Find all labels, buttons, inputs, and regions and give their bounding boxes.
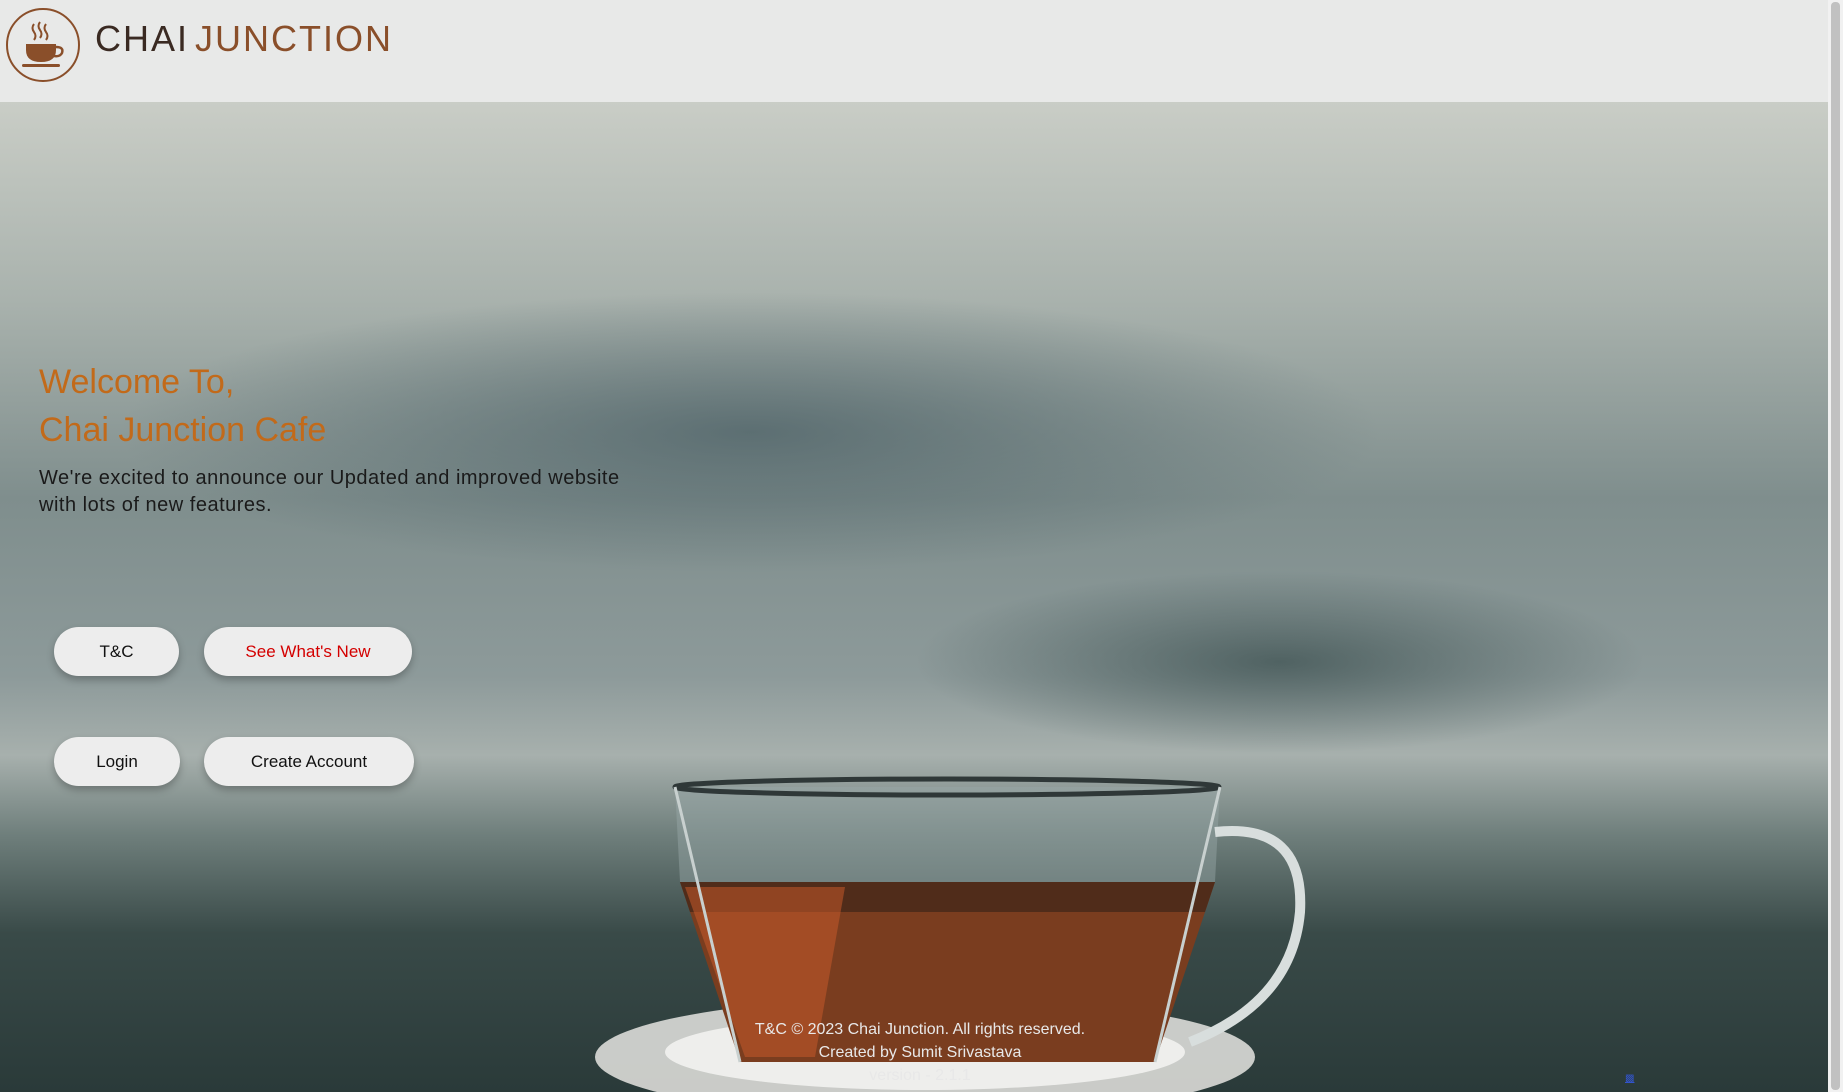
login-button[interactable]: Login	[54, 737, 180, 786]
tnc-button[interactable]: T&C	[54, 627, 179, 676]
vertical-scrollbar[interactable]	[1828, 0, 1843, 1092]
see-whats-new-button[interactable]: See What's New	[204, 627, 412, 676]
welcome-line-2: Chai Junction Cafe	[39, 411, 327, 449]
version-label: version - 2.1.1	[869, 1067, 971, 1084]
site-footer: T&C © 2023 Chai Junction. All rights res…	[700, 1018, 1140, 1087]
scrollbar-thumb[interactable]	[1831, 2, 1840, 1090]
site-header: CHAI JUNCTION	[0, 0, 1843, 102]
brand-name[interactable]: CHAI JUNCTION	[95, 18, 393, 60]
welcome-heading: Welcome To, Chai Junction Cafe	[39, 358, 326, 454]
brand-part-chai: CHAI	[95, 18, 190, 59]
brand-part-junction: JUNCTION	[195, 18, 394, 59]
announcement-text: We're excited to announce our Updated an…	[39, 467, 620, 516]
create-account-button[interactable]: Create Account	[204, 737, 414, 786]
logo[interactable]	[6, 8, 80, 82]
creator-credit: Created by Sumit Srivastava	[818, 1044, 1022, 1061]
welcome-line-1: Welcome To,	[39, 363, 235, 401]
copyright-text[interactable]: T&C © 2023 Chai Junction. All rights res…	[700, 1018, 1140, 1041]
tea-cup-icon	[22, 21, 64, 67]
broken-image-link[interactable]: ▩	[1625, 1073, 1815, 1084]
hero-background	[0, 102, 1843, 1092]
